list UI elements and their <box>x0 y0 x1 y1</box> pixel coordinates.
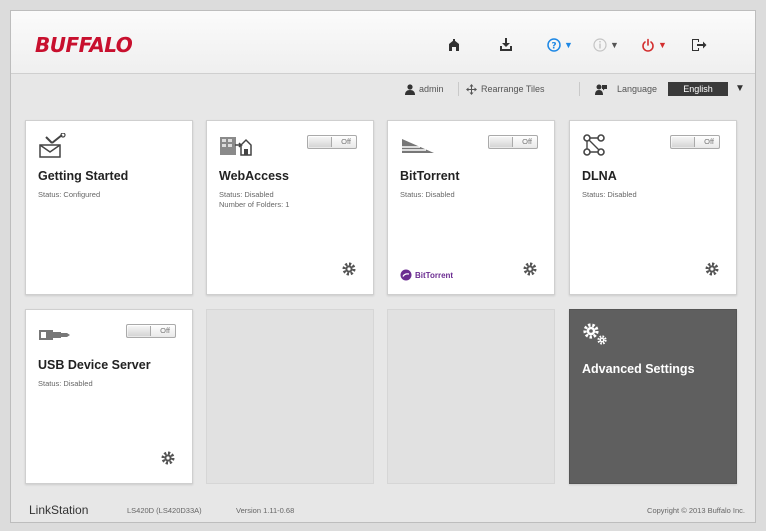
tile-usb-device-server[interactable]: Off USB Device Server Status: Disabled <box>25 309 193 484</box>
tile-title: BitTorrent <box>400 169 460 183</box>
language-label: Language <box>617 84 658 94</box>
chevron-down-icon: ▼ <box>564 40 573 50</box>
dlna-toggle[interactable]: Off <box>670 135 720 149</box>
toggle-label: Off <box>522 137 532 146</box>
info-menu[interactable]: ▼ <box>593 35 619 55</box>
user-icon <box>405 83 415 95</box>
brand-logo: BUFFALO <box>35 33 133 57</box>
footer: LinkStation LS420D (LS420D33A) Version 1… <box>11 501 755 523</box>
tile-status: Status: Configured <box>38 190 101 199</box>
rearrange-label: Rearrange Tiles <box>481 84 545 94</box>
help-icon: ? <box>547 38 561 52</box>
webaccess-icon <box>219 133 253 164</box>
info-icon <box>593 38 607 52</box>
chevron-down-icon: ▼ <box>610 40 619 50</box>
bittorrent-brand-text: BitTorrent <box>415 270 454 280</box>
app-frame: BUFFALO ? ▼ ▼ ▼ admin Rearrange Tiles La… <box>10 10 756 523</box>
tile-dlna[interactable]: Off DLNA Status: Disabled <box>569 120 737 295</box>
folder-count: Number of Folders: 1 <box>219 200 290 209</box>
settings-gear-icon[interactable] <box>522 261 538 282</box>
toggle-knob <box>309 137 332 147</box>
toggle-label: Off <box>704 137 714 146</box>
language-select[interactable]: English <box>668 82 728 96</box>
tile-title: USB Device Server <box>38 358 151 372</box>
settings-gear-icon[interactable] <box>341 261 357 282</box>
svg-text:?: ? <box>551 42 556 52</box>
move-arrows-icon <box>466 83 477 95</box>
tile-title: Getting Started <box>38 169 129 183</box>
divider <box>579 82 580 96</box>
bittorrent-logo-icon <box>400 269 412 281</box>
home-icon[interactable] <box>447 35 461 55</box>
logout-icon[interactable] <box>691 35 707 55</box>
toggle-knob <box>128 326 151 336</box>
settings-gear-icon[interactable] <box>704 261 720 282</box>
tile-title: DLNA <box>582 169 617 183</box>
help-menu[interactable]: ? ▼ <box>547 35 573 55</box>
dlna-network-icon <box>582 133 606 162</box>
tile-bittorrent[interactable]: Off BitTorrent Status: Disabled BitTorre… <box>387 120 555 295</box>
rearrange-tiles-button[interactable]: Rearrange Tiles <box>466 82 545 96</box>
tile-status: Status: Disabled <box>38 379 93 388</box>
tile-status: Status: Disabled <box>400 190 455 199</box>
tile-status: Status: Disabled Number of Folders: 1 <box>219 190 289 210</box>
download-icon[interactable] <box>498 35 514 55</box>
copyright: Copyright © 2013 Buffalo Inc. <box>647 506 745 515</box>
divider <box>458 82 459 96</box>
toggle-knob <box>672 137 695 147</box>
advanced-gears-icon <box>582 322 608 351</box>
tile-status: Status: Disabled <box>582 190 637 199</box>
header-bar: BUFFALO ? ▼ ▼ ▼ <box>11 11 755 74</box>
tile-webaccess[interactable]: Off WebAccess Status: Disabled Number of… <box>206 120 374 295</box>
bittorrent-icon <box>400 133 436 162</box>
usb-device-icon <box>38 328 72 347</box>
model-number: LS420D (LS420D33A) <box>127 506 202 515</box>
chevron-down-icon: ▼ <box>658 40 667 50</box>
tile-getting-started[interactable]: Getting Started Status: Configured <box>25 120 193 295</box>
toggle-label: Off <box>341 137 351 146</box>
product-name: LinkStation <box>29 503 89 517</box>
webaccess-toggle[interactable]: Off <box>307 135 357 149</box>
username: admin <box>419 84 444 94</box>
power-icon <box>642 38 654 52</box>
tile-advanced-settings[interactable]: Advanced Settings <box>569 309 737 484</box>
user-menu[interactable]: admin <box>405 82 444 96</box>
user-toolbar: admin Rearrange Tiles Language English ▼ <box>11 74 755 104</box>
power-menu[interactable]: ▼ <box>641 35 667 55</box>
toggle-knob <box>490 137 513 147</box>
status-line: Status: Disabled <box>219 190 274 199</box>
bittorrent-brand-logo: BitTorrent <box>400 269 453 281</box>
firmware-version: Version 1.11-0.68 <box>236 506 295 515</box>
chevron-down-icon[interactable]: ▼ <box>735 82 745 96</box>
settings-gear-icon[interactable] <box>160 450 176 471</box>
usb-device-server-toggle[interactable]: Off <box>126 324 176 338</box>
language-icon <box>595 84 607 95</box>
tile-title: Advanced Settings <box>582 362 695 376</box>
tile-title: WebAccess <box>219 169 289 183</box>
bittorrent-toggle[interactable]: Off <box>488 135 538 149</box>
language-label-group: Language <box>595 82 657 96</box>
getting-started-icon <box>38 132 66 164</box>
toggle-label: Off <box>160 326 170 335</box>
empty-tile-slot <box>387 309 555 484</box>
empty-tile-slot <box>206 309 374 484</box>
